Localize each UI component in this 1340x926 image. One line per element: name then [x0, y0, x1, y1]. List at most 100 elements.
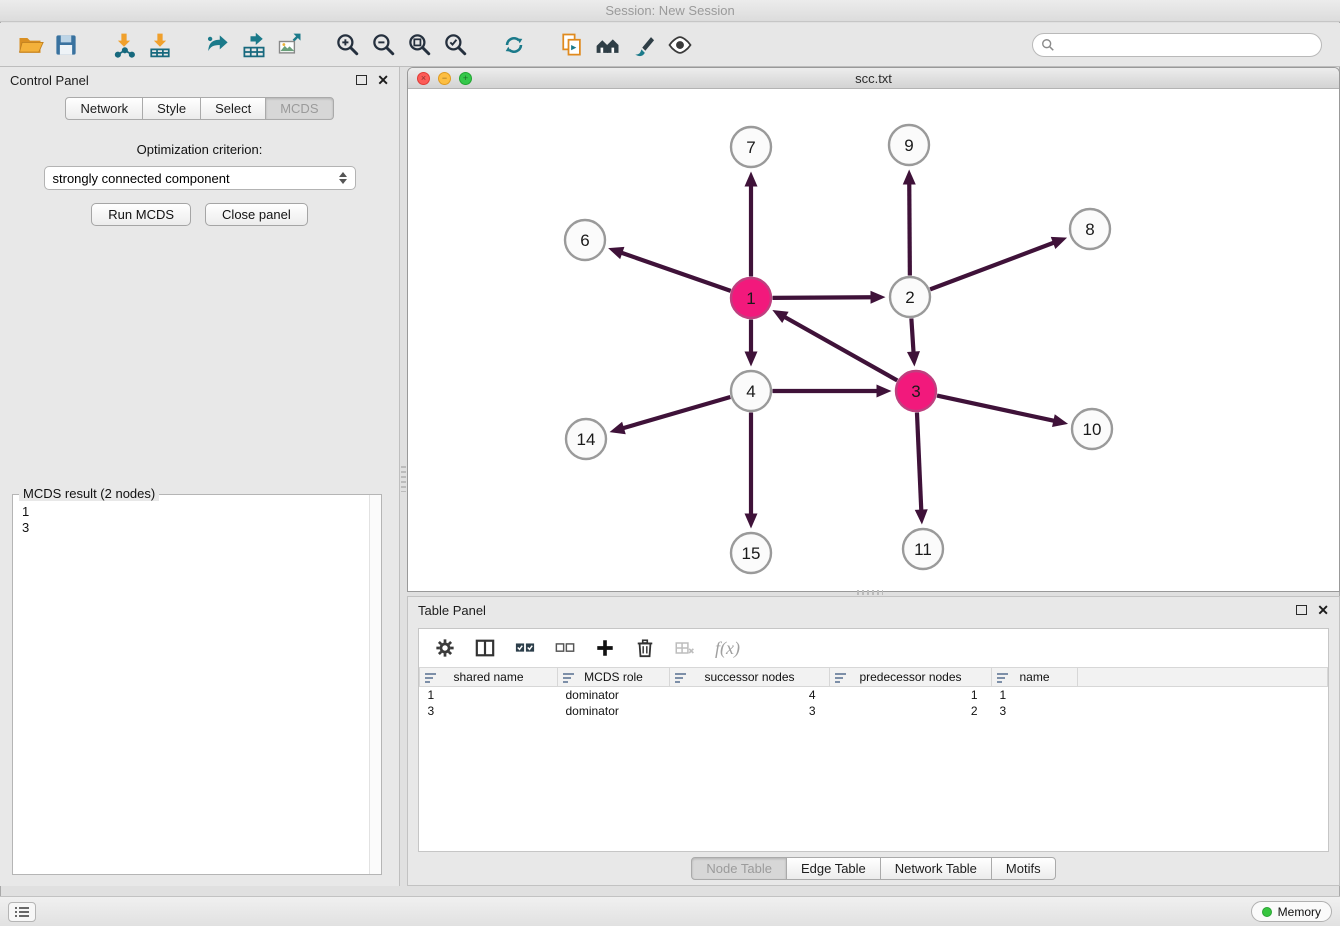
column-header-predecessor-nodes[interactable]: predecessor nodes [830, 668, 992, 687]
save-session-button[interactable] [48, 28, 84, 62]
clone-document-icon [558, 31, 586, 59]
column-header-successor-nodes[interactable]: successor nodes [670, 668, 830, 687]
cell[interactable]: 3 [420, 703, 558, 719]
cell[interactable]: dominator [558, 703, 670, 719]
network-window-titlebar[interactable]: × − + scc.txt [408, 68, 1339, 89]
show-columns-button[interactable] [475, 635, 495, 661]
column-header-MCDS-role[interactable]: MCDS role [558, 668, 670, 687]
column-header-name[interactable]: name [992, 668, 1078, 687]
table-row[interactable]: 1dominator411 [420, 687, 1328, 703]
memory-label: Memory [1278, 905, 1321, 919]
zoom-out-button[interactable] [366, 28, 402, 62]
sort-icon[interactable] [675, 673, 686, 683]
toggle-visibility-button[interactable] [662, 28, 698, 62]
edge-arrow-1-7 [745, 172, 758, 187]
open-session-button[interactable] [12, 28, 48, 62]
sort-icon[interactable] [563, 673, 574, 683]
close-table-panel-icon[interactable]: ✕ [1317, 603, 1329, 617]
open-folder-icon [16, 31, 44, 59]
zoom-in-button[interactable] [330, 28, 366, 62]
cell[interactable]: 1 [992, 687, 1078, 703]
edge-arrow-1-2 [870, 291, 885, 304]
home-view-button[interactable] [590, 28, 626, 62]
run-mcds-button[interactable]: Run MCDS [91, 203, 191, 226]
add-column-button[interactable] [595, 635, 615, 661]
search-box[interactable] [1032, 33, 1322, 57]
result-scrollbar[interactable] [369, 495, 381, 874]
window-titlebar[interactable]: Session: New Session [0, 0, 1340, 22]
mcds-result-list[interactable]: 13 [13, 495, 381, 874]
function-builder-icon[interactable]: f(x) [715, 638, 740, 659]
vertical-splitter[interactable] [401, 466, 406, 492]
cell[interactable]: 1 [830, 687, 992, 703]
gear-icon [435, 638, 455, 658]
zoom-fit-button[interactable] [402, 28, 438, 62]
zoom-window-icon[interactable]: + [459, 72, 472, 85]
task-history-button[interactable] [8, 902, 36, 922]
close-panel-button[interactable]: Close panel [205, 203, 308, 226]
column-label: successor nodes [704, 670, 794, 684]
trash-icon [635, 638, 655, 658]
tab-style[interactable]: Style [142, 97, 201, 120]
apply-style-button[interactable] [626, 28, 662, 62]
network-graph-canvas[interactable]: 7968124314101511 [408, 89, 1339, 591]
edge-1-6[interactable] [620, 252, 730, 291]
memory-button[interactable]: Memory [1251, 901, 1332, 922]
zoom-in-icon [334, 31, 362, 59]
delete-table-button[interactable] [675, 635, 695, 661]
criterion-dropdown-value: strongly connected component [53, 171, 230, 186]
table-row[interactable]: 3dominator323 [420, 703, 1328, 719]
edge-3-10[interactable] [937, 396, 1055, 422]
import-table-button[interactable] [142, 28, 178, 62]
column-header-shared-name[interactable]: shared name [420, 668, 558, 687]
cell-filler [1078, 687, 1328, 703]
horizontal-splitter[interactable] [857, 590, 883, 595]
edge-2-8[interactable] [930, 242, 1055, 289]
sort-icon[interactable] [425, 673, 436, 683]
sort-icon[interactable] [997, 673, 1008, 683]
edge-arrow-2-9 [903, 169, 916, 184]
cell[interactable]: 3 [670, 703, 830, 719]
zoom-selected-button[interactable] [438, 28, 474, 62]
edge-4-14[interactable] [622, 397, 730, 429]
float-panel-icon[interactable] [356, 75, 367, 85]
edge-2-9[interactable] [909, 182, 910, 275]
tab-motifs[interactable]: Motifs [991, 857, 1056, 880]
criterion-dropdown[interactable]: strongly connected component [44, 166, 356, 190]
edge-3-11[interactable] [917, 412, 921, 511]
tab-select[interactable]: Select [200, 97, 266, 120]
edge-1-2[interactable] [772, 297, 872, 298]
import-network-icon [110, 31, 138, 59]
export-image-button[interactable] [272, 28, 308, 62]
edge-3-1[interactable] [784, 316, 898, 380]
tab-edge-table[interactable]: Edge Table [786, 857, 881, 880]
close-window-icon[interactable]: × [417, 72, 430, 85]
delete-column-button[interactable] [635, 635, 655, 661]
cell[interactable]: dominator [558, 687, 670, 703]
export-network-button[interactable] [200, 28, 236, 62]
deselect-all-button[interactable] [555, 635, 575, 661]
import-network-button[interactable] [106, 28, 142, 62]
tab-node-table[interactable]: Node Table [691, 857, 787, 880]
table-settings-button[interactable] [435, 635, 455, 661]
refresh-layout-button[interactable] [496, 28, 532, 62]
clone-network-button[interactable] [554, 28, 590, 62]
float-table-panel-icon[interactable] [1296, 605, 1307, 615]
cell[interactable]: 2 [830, 703, 992, 719]
cell[interactable]: 3 [992, 703, 1078, 719]
tab-network[interactable]: Network [65, 97, 143, 120]
cell[interactable]: 4 [670, 687, 830, 703]
node-label-6: 6 [580, 231, 589, 250]
dropdown-arrows-icon [339, 172, 347, 184]
minimize-window-icon[interactable]: − [438, 72, 451, 85]
zoom-fit-icon [406, 31, 434, 59]
tab-network-table[interactable]: Network Table [880, 857, 992, 880]
cell[interactable]: 1 [420, 687, 558, 703]
select-all-button[interactable] [515, 635, 535, 661]
tab-mcds[interactable]: MCDS [265, 97, 333, 120]
sort-icon[interactable] [835, 673, 846, 683]
export-table-button[interactable] [236, 28, 272, 62]
edge-2-3[interactable] [911, 318, 913, 353]
close-panel-icon[interactable]: ✕ [377, 73, 389, 87]
search-input[interactable] [1060, 37, 1313, 52]
